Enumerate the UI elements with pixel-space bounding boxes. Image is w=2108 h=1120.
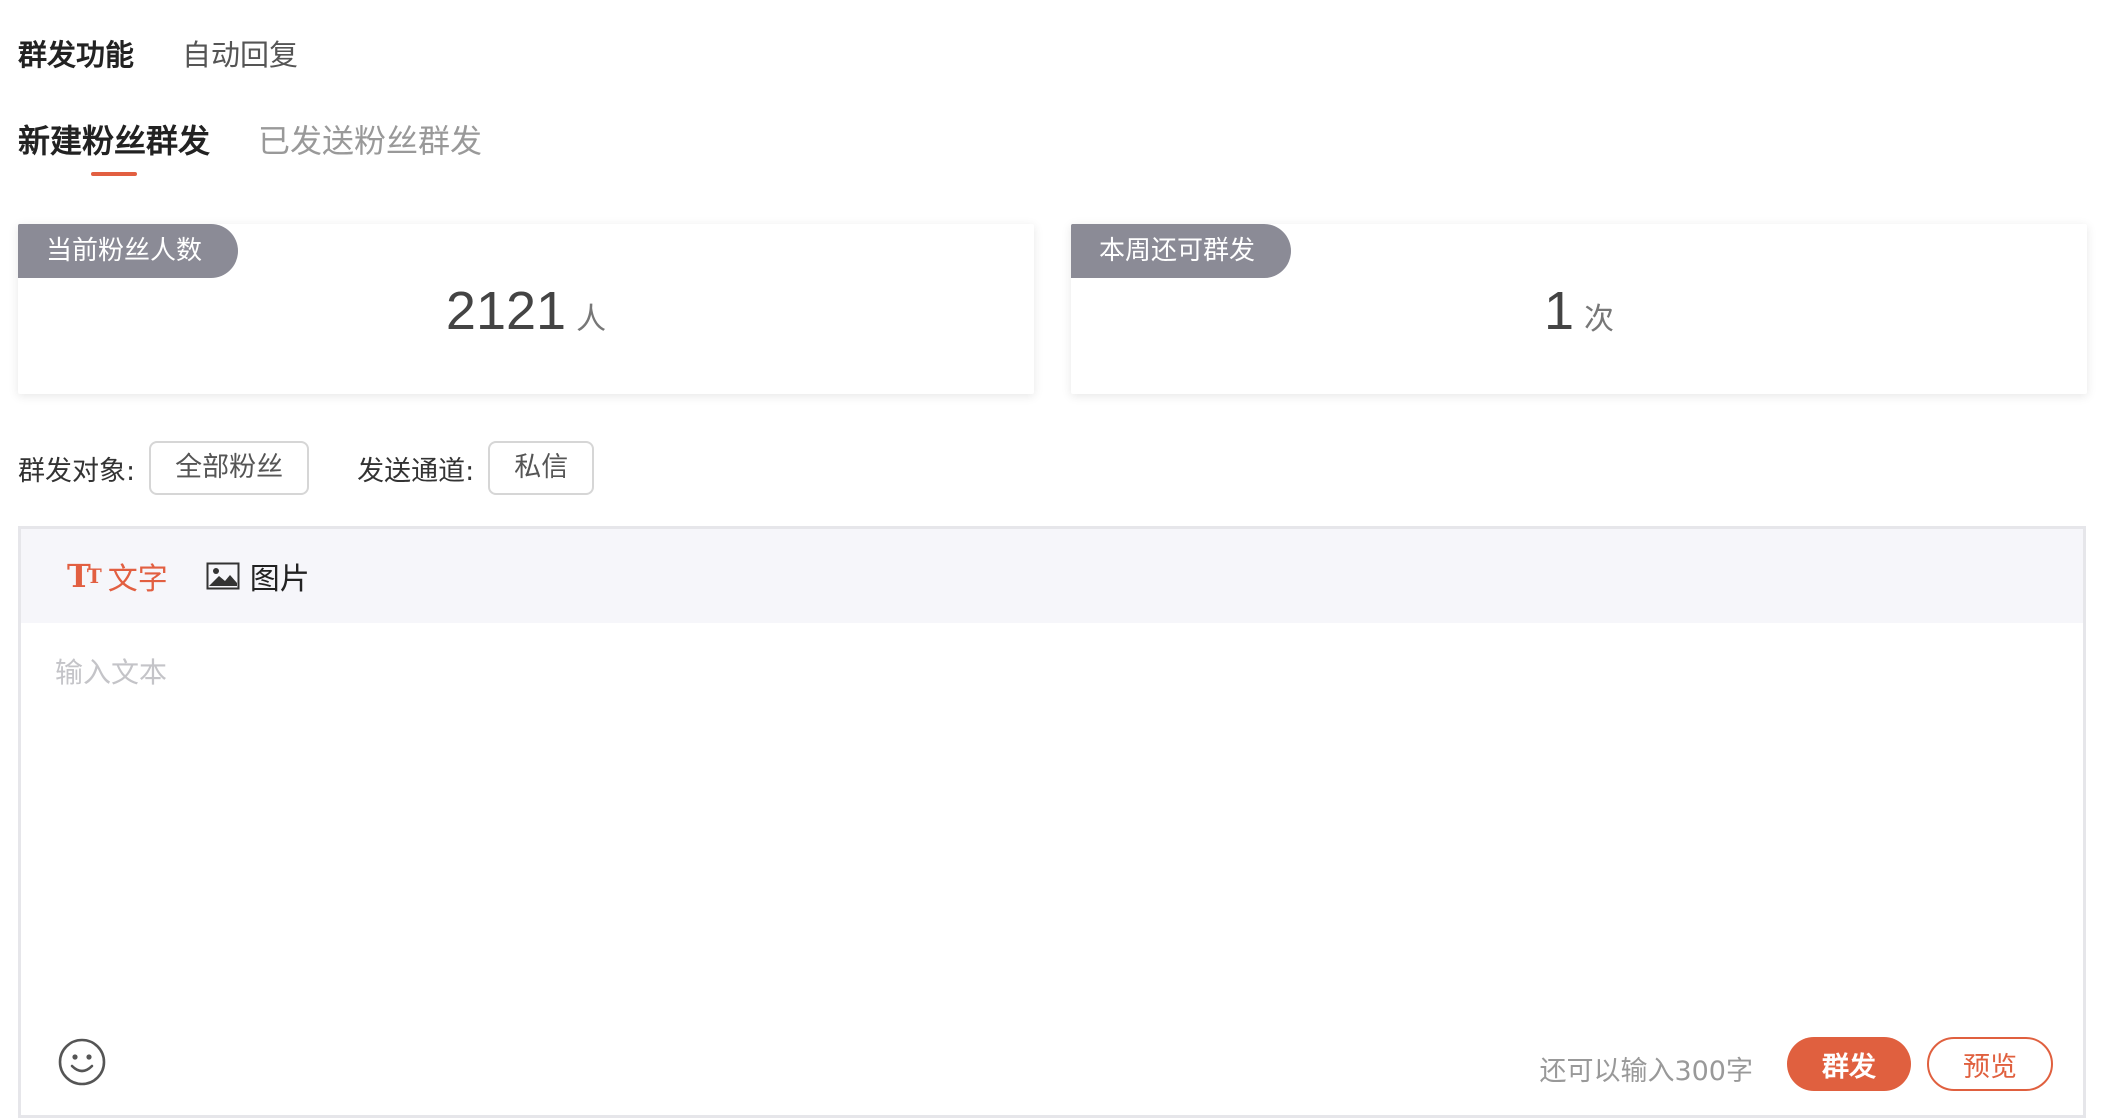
broadcast-target-row: 群发对象: 全部粉丝 发送通道: 私信 xyxy=(18,440,642,496)
tab-sent-broadcast-label: 已发送粉丝群发 xyxy=(258,122,483,160)
smiley-icon[interactable] xyxy=(57,1037,107,1087)
tab-new-broadcast[interactable]: 新建粉丝群发 xyxy=(18,116,210,176)
tab-new-broadcast-label: 新建粉丝群发 xyxy=(18,122,211,160)
fans-count-card: 当前粉丝人数 2121 人 xyxy=(18,224,1034,394)
remaining-broadcast-card: 本周还可群发 1次 xyxy=(1071,224,2087,394)
remaining-broadcast-value-wrap: 1次 xyxy=(1071,280,2087,342)
page: 群发功能 自动回复 新建粉丝群发 已发送粉丝群发 当前粉丝人数 2121 人 本周… xyxy=(0,0,2108,1120)
fans-count-value-wrap: 2121 人 xyxy=(18,280,1034,342)
text-tool-button[interactable]: TT 文字 xyxy=(67,554,168,598)
remaining-broadcast-unit: 次 xyxy=(1584,302,1615,337)
char-counter: 还可以输入300字 xyxy=(1539,1056,1753,1087)
nav-item-auto-reply[interactable]: 自动回复 xyxy=(182,32,298,74)
text-format-icon: TT xyxy=(67,557,102,595)
sub-tabs: 新建粉丝群发 已发送粉丝群发 xyxy=(18,116,530,176)
channel-label: 发送通道: xyxy=(357,455,475,487)
fans-count-unit: 人 xyxy=(576,302,607,337)
remaining-broadcast-tag: 本周还可群发 xyxy=(1071,224,1292,278)
image-icon xyxy=(206,562,240,590)
remaining-broadcast-number: 1 xyxy=(1543,281,1575,341)
preview-button[interactable]: 预览 xyxy=(1927,1037,2053,1091)
editor-toolbar: TT 文字 图片 xyxy=(21,529,2083,623)
message-text-input[interactable] xyxy=(21,623,2083,1025)
tab-sent-broadcast[interactable]: 已发送粉丝群发 xyxy=(258,116,482,176)
message-editor: TT 文字 图片 输入文本 还可以输入300字 群发 预览 xyxy=(18,526,2086,1118)
text-tool-label: 文字 xyxy=(107,562,168,597)
fans-count-number: 2121 xyxy=(445,281,567,341)
image-tool-label: 图片 xyxy=(249,562,310,597)
channel-select[interactable]: 私信 xyxy=(488,441,595,495)
active-tab-indicator xyxy=(91,172,137,176)
audience-select[interactable]: 全部粉丝 xyxy=(149,441,310,495)
top-nav: 群发功能 自动回复 xyxy=(18,30,346,76)
audience-label: 群发对象: xyxy=(18,455,136,487)
image-tool-button[interactable]: 图片 xyxy=(206,554,310,598)
editor-footer: 还可以输入300字 群发 预览 xyxy=(21,1025,2083,1115)
send-broadcast-button[interactable]: 群发 xyxy=(1787,1037,1911,1091)
fans-count-tag: 当前粉丝人数 xyxy=(18,224,239,278)
nav-item-broadcast[interactable]: 群发功能 xyxy=(18,32,134,74)
